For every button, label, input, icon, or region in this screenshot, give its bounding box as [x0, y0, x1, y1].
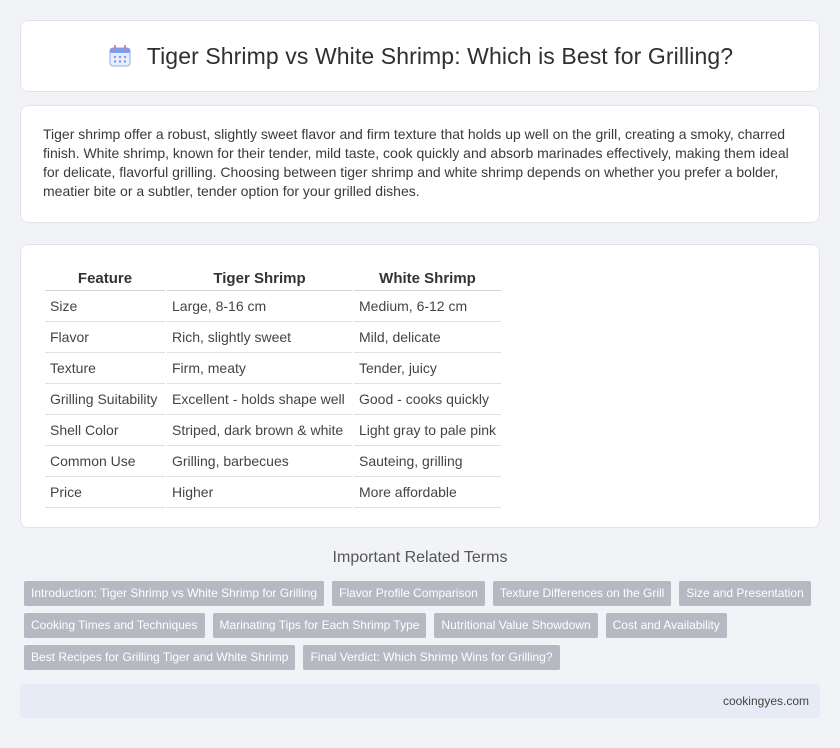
related-tag[interactable]: Best Recipes for Grilling Tiger and Whit… [24, 645, 296, 670]
table-row: Flavor Rich, slightly sweet Mild, delica… [45, 322, 501, 353]
related-tags: Introduction: Tiger Shrimp vs White Shri… [24, 581, 824, 670]
cell-tiger: Rich, slightly sweet [167, 322, 352, 353]
page-title: Tiger Shrimp vs White Shrimp: Which is B… [146, 42, 734, 69]
cell-tiger: Higher [167, 477, 352, 508]
related-tag[interactable]: Flavor Profile Comparison [332, 581, 485, 606]
footer-site-link[interactable]: cookingyes.com [723, 694, 809, 708]
cell-white: Good - cooks quickly [354, 384, 501, 415]
table-row: Texture Firm, meaty Tender, juicy [45, 353, 501, 384]
cell-tiger: Excellent - holds shape well [167, 384, 352, 415]
cell-tiger: Striped, dark brown & white [167, 415, 352, 446]
cell-tiger: Large, 8-16 cm [167, 291, 352, 322]
related-tag[interactable]: Texture Differences on the Grill [492, 581, 672, 606]
related-tag[interactable]: Size and Presentation [679, 581, 811, 606]
table-header-row: Feature Tiger Shrimp White Shrimp [45, 267, 501, 291]
comparison-table: Feature Tiger Shrimp White Shrimp Size L… [43, 267, 503, 508]
table-row: Price Higher More affordable [45, 477, 501, 508]
intro-card: Tiger shrimp offer a robust, slightly sw… [20, 105, 820, 223]
related-tag[interactable]: Cooking Times and Techniques [24, 613, 205, 638]
header-card: Tiger Shrimp vs White Shrimp: Which is B… [20, 20, 820, 92]
table-row: Size Large, 8-16 cm Medium, 6-12 cm [45, 291, 501, 322]
header-tiger-shrimp: Tiger Shrimp [167, 267, 352, 291]
related-terms-title: Important Related Terms [332, 549, 508, 566]
table-row: Common Use Grilling, barbecues Sauteing,… [45, 446, 501, 477]
intro-paragraph: Tiger shrimp offer a robust, slightly sw… [43, 126, 789, 199]
table-row: Shell Color Striped, dark brown & white … [45, 415, 501, 446]
table-row: Grilling Suitability Excellent - holds s… [45, 384, 501, 415]
header-white-shrimp: White Shrimp [354, 267, 501, 291]
cell-feature: Grilling Suitability [45, 384, 165, 415]
related-tag[interactable]: Final Verdict: Which Shrimp Wins for Gri… [303, 645, 560, 670]
header-feature: Feature [45, 267, 165, 291]
cell-white: Mild, delicate [354, 322, 501, 353]
cell-feature: Price [45, 477, 165, 508]
cell-white: Medium, 6-12 cm [354, 291, 501, 322]
cell-white: More affordable [354, 477, 501, 508]
comparison-card: Feature Tiger Shrimp White Shrimp Size L… [20, 244, 820, 528]
cell-feature: Flavor [45, 322, 165, 353]
footer: cookingyes.com [20, 684, 820, 718]
header-inner: Tiger Shrimp vs White Shrimp: Which is B… [107, 43, 733, 70]
cell-feature: Texture [45, 353, 165, 384]
cell-tiger: Firm, meaty [167, 353, 352, 384]
calendar-icon [107, 43, 133, 69]
related-tag[interactable]: Introduction: Tiger Shrimp vs White Shri… [24, 581, 325, 606]
cell-white: Sauteing, grilling [354, 446, 501, 477]
cell-white: Light gray to pale pink [354, 415, 501, 446]
cell-feature: Common Use [45, 446, 165, 477]
related-tag[interactable]: Marinating Tips for Each Shrimp Type [212, 613, 427, 638]
cell-feature: Size [45, 291, 165, 322]
related-tag[interactable]: Cost and Availability [605, 613, 727, 638]
cell-white: Tender, juicy [354, 353, 501, 384]
cell-feature: Shell Color [45, 415, 165, 446]
cell-tiger: Grilling, barbecues [167, 446, 352, 477]
related-tag[interactable]: Nutritional Value Showdown [434, 613, 598, 638]
